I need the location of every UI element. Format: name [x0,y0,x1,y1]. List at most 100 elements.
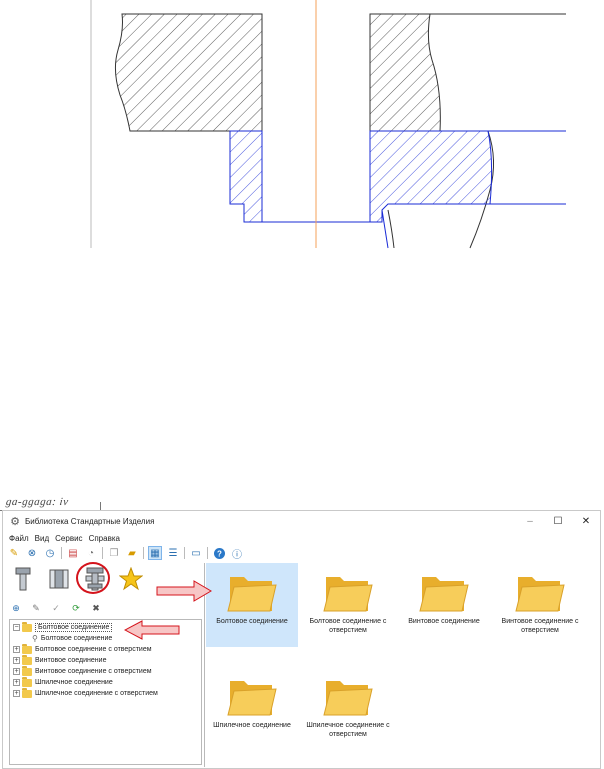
edit-icon[interactable]: ✎ [29,601,43,615]
menu-bar: Файл Вид Сервис Справка [3,531,600,545]
library-tabs [7,562,167,595]
menu-file[interactable]: Файл [9,534,29,543]
clock-icon[interactable]: ◷ [43,546,57,560]
content-item-bolt[interactable]: Болтовое соединение [206,563,298,647]
help-icon[interactable]: ? [212,546,226,560]
table-view-icon[interactable]: ▭ [189,546,203,560]
folder-icon [515,577,565,612]
tree-item-label: Болтовое соединение с отверстием [35,646,152,653]
tree-item-label: Шпилечное соединение [35,679,113,686]
expand-icon[interactable]: + [13,657,20,664]
list-view-icon[interactable]: ☰ [166,546,180,560]
toolbar-separator [143,547,144,559]
connection-tab[interactable] [76,562,111,595]
folder-icon [22,676,32,687]
content-item-label: Винтовое соединение [408,618,480,625]
bookmark-icon[interactable]: ▤ [66,546,80,560]
pin-icon[interactable]: ✎ [7,546,21,560]
washer-tab[interactable] [43,563,75,595]
content-item-label: Винтовое соединение с отверстием [501,618,579,634]
gear-icon: ⚙ [10,515,20,528]
folder-open-icon[interactable]: ▰ [125,546,139,560]
tree-item-bolt-child[interactable]: ⚲ Болтовое соединение [10,633,112,644]
tree-item-screw-hole[interactable]: + Винтовое соединение с отверстием [10,665,152,677]
folder-icon [227,577,277,612]
tiles-view-icon[interactable]: ▦ [148,546,162,560]
content-item-label: Болтовое соединение с отверстием [309,618,387,634]
binoculars-icon[interactable]: ⊗ [25,546,39,560]
expand-icon[interactable]: + [13,668,20,675]
expand-icon[interactable]: + [13,690,20,697]
break-line-low [387,209,395,249]
content-item-screw[interactable]: Винтовое соединение [398,563,490,647]
library-window: ⚙ Библиотека Стандартные Изделия – ☐ ✕ Ф… [2,510,601,769]
content-item-bolt-hole[interactable]: Болтовое соединение с отверстием [302,563,394,647]
maximize-button[interactable]: ☐ [544,511,572,531]
fragment-text: ga-ggaga: iv [5,496,70,508]
add-icon[interactable]: ⊕ [9,601,23,615]
fastener-icon [49,569,69,589]
content-item-screw-hole[interactable]: Винтовое соединение с отверстием [494,563,586,647]
tree-item-label: Болтовое соединение [35,623,113,632]
copy-icon[interactable]: ❐ [107,546,121,560]
svg-text:?: ? [217,549,222,558]
toolbar-separator [61,547,62,559]
tree-item-label: Шпилечное соединение с отверстием [35,690,158,697]
tree-toolbar: ⊕ ✎ ✓ ⟳ ✖ [9,601,109,615]
title-bar: ⚙ Библиотека Стандартные Изделия [3,511,600,531]
delete-icon[interactable]: ✖ [89,601,103,615]
check-icon[interactable]: ✓ [49,601,63,615]
tree-item-label: Болтовое соединение [40,635,113,642]
collapse-icon[interactable]: − [13,624,20,631]
bolt-leaf-icon: ⚲ [32,634,38,643]
content-item-stud-hole[interactable]: Шпилечное соединение с отверстием [302,667,394,751]
hatched-part-right [369,13,441,132]
folder-icon [323,681,373,716]
content-item-label: Шпилечное соединение с отверстием [306,722,390,738]
tree-item-bolt-hole[interactable]: + Болтовое соединение с отверстием [10,643,152,655]
folder-icon [22,687,32,698]
paint-icon[interactable]: ◔ [84,546,98,560]
tree-item-stud-hole[interactable]: + Шпилечное соединение с отверстием [10,687,158,699]
toolbar-separator [184,547,185,559]
bolt-tab[interactable] [7,563,39,595]
menu-service[interactable]: Сервис [55,534,82,543]
expand-icon[interactable]: + [13,646,20,653]
blue-part-right [369,130,493,223]
tree-item-screw[interactable]: + Винтовое соединение [10,654,107,666]
tree-item-stud[interactable]: + Шпилечное соединение [10,676,113,688]
menu-help[interactable]: Справка [89,534,120,543]
bolt-icon [15,567,31,591]
toolbar-separator [102,547,103,559]
hatched-part-left [114,13,263,132]
minimize-button[interactable]: – [516,511,544,531]
menu-view[interactable]: Вид [35,534,49,543]
annotation-arrow-right [156,580,212,602]
tree-item-label: Винтовое соединение [35,657,107,664]
toolbar: ✎ ⊗ ◷ ▤ ◔ ❐ ▰ ▦ ☰ ▭ ? ⓘ [3,545,600,561]
content-item-stud[interactable]: Шпилечное соединение [206,667,298,751]
fragment-tick [100,502,101,510]
content-pane: Болтовое соединение Болтовое соединение … [206,563,598,767]
window-controls: – ☐ ✕ [516,511,600,531]
folder-icon [22,665,32,676]
close-button[interactable]: ✕ [572,511,600,531]
tree-item-bolt[interactable]: − Болтовое соединение [10,621,113,633]
folder-icon [227,681,277,716]
window-title: Библиотека Стандартные Изделия [25,516,155,526]
refresh-icon[interactable]: ⟳ [69,601,83,615]
content-item-label: Шпилечное соединение [213,722,291,729]
expand-icon[interactable]: + [13,679,20,686]
annotation-arrow-left [124,620,180,640]
info-icon[interactable]: ⓘ [230,546,244,561]
tree-item-label: Винтовое соединение с отверстием [35,668,152,675]
folder-icon [323,577,373,612]
favorites-tab[interactable] [115,563,147,595]
highlight-circle [76,562,110,594]
toolbar-separator [207,547,208,559]
cad-drawing [90,0,566,249]
folder-icon [419,577,469,612]
blue-part-left [229,130,263,223]
library-tree: − Болтовое соединение ⚲ Болтовое соедине… [9,619,202,765]
folder-icon [22,654,32,665]
